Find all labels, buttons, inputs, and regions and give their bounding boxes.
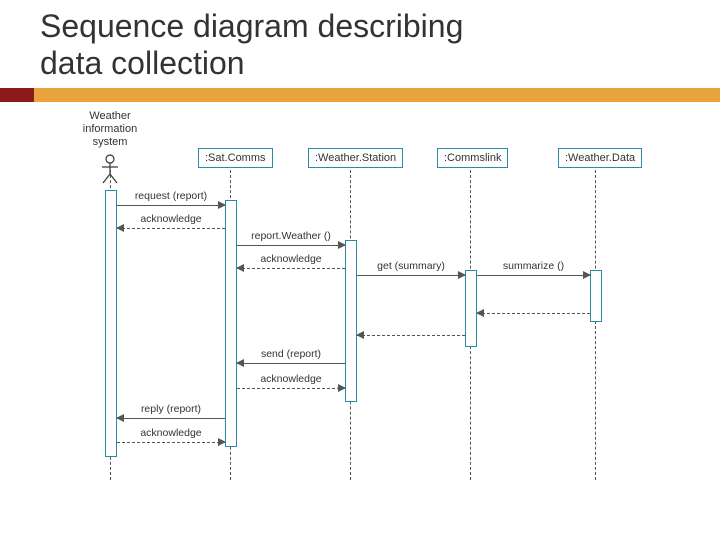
activation-weatherdata [590, 270, 602, 322]
participant-weatherstation: :Weather.Station [308, 148, 403, 168]
msg-label: acknowledge [117, 213, 225, 225]
slide-title: Sequence diagram describing data collect… [40, 8, 463, 82]
actor-label-line2: information system [83, 123, 137, 148]
participant-weatherdata: :Weather.Data [558, 148, 642, 168]
msg-label: acknowledge [237, 373, 345, 385]
msg-label: reply (report) [117, 403, 225, 415]
msg-label: get (summary) [357, 260, 465, 272]
slide: Sequence diagram describing data collect… [0, 0, 720, 540]
accent-bar-red [0, 88, 34, 102]
participant-commslink: :Commslink [437, 148, 508, 168]
msg-label: summarize () [477, 260, 590, 272]
title-line2: data collection [40, 45, 245, 81]
accent-bar [0, 88, 720, 102]
lifeline-weatherdata [595, 170, 596, 480]
msg-label: report.Weather () [237, 230, 345, 242]
title-line1: Sequence diagram describing [40, 8, 463, 44]
msg-label: send (report) [237, 348, 345, 360]
msg-label: acknowledge [237, 253, 345, 265]
activation-weatherstation [345, 240, 357, 402]
msg-label: request (report) [117, 190, 225, 202]
msg-label: acknowledge [117, 427, 225, 439]
participant-satcomms: :Sat.Comms [198, 148, 273, 168]
activation-satcomms [225, 200, 237, 447]
sequence-diagram: Weather information system :Sat.Comms :W… [0, 110, 720, 530]
actor-label-line1: Weather [89, 110, 130, 122]
